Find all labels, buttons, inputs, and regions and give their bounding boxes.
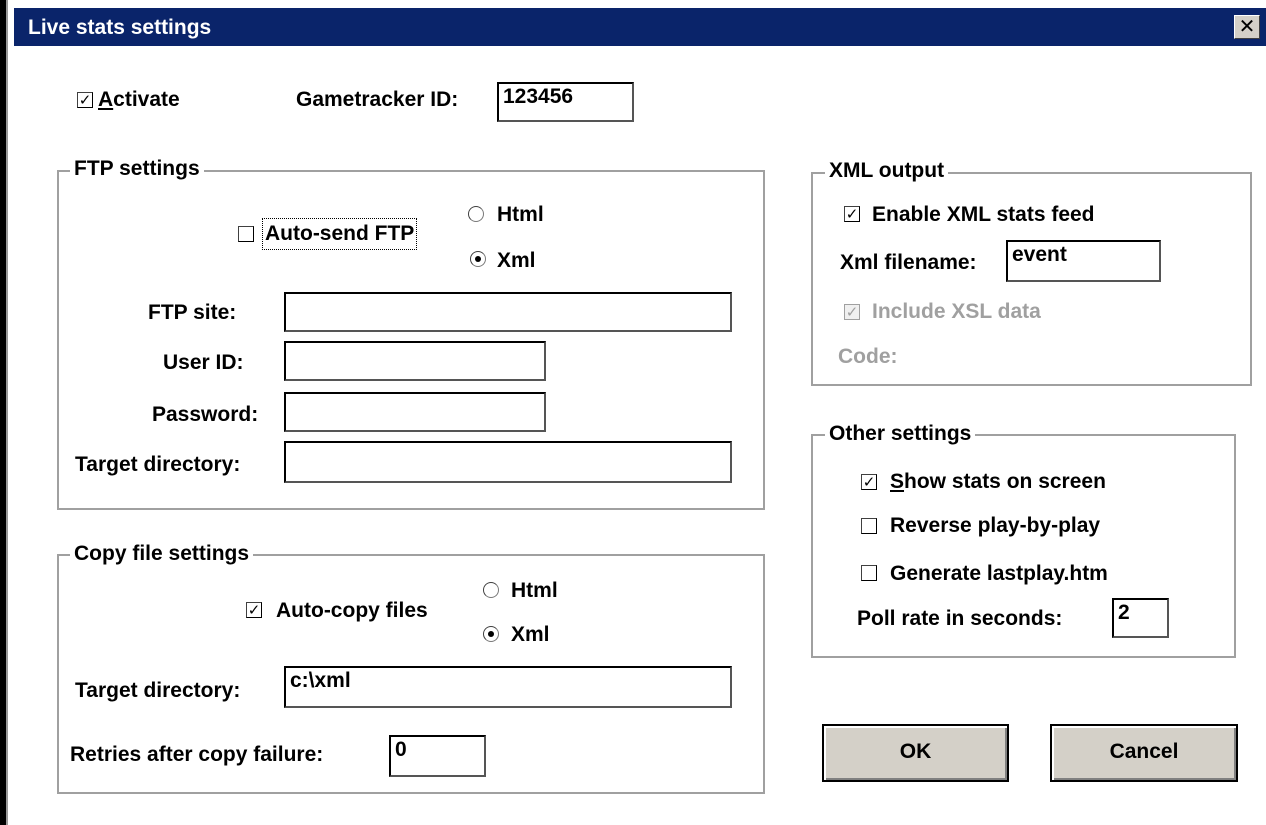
generate-lastplay-label[interactable]: Generate lastplay.htm (890, 561, 1108, 587)
retries-input[interactable]: 0 (389, 735, 486, 777)
ftp-format-xml-label[interactable]: Xml (497, 248, 536, 274)
xml-filename-label: Xml filename: (840, 251, 977, 274)
retries-label: Retries after copy failure: (70, 743, 324, 766)
checkmark-icon: ✓ (845, 303, 859, 321)
copy-format-xml-label[interactable]: Xml (511, 622, 550, 648)
user-id-input[interactable] (284, 341, 546, 381)
ftp-site-input[interactable] (284, 292, 732, 332)
ftp-target-directory-input[interactable] (284, 441, 732, 483)
generate-lastplay-checkbox[interactable] (861, 565, 877, 581)
xml-filename-input[interactable]: event (1006, 240, 1161, 282)
ok-button[interactable]: OK (822, 724, 1009, 782)
activate-label-text: ctivate (113, 88, 180, 111)
ftp-format-html-label[interactable]: Html (497, 202, 544, 228)
activate-label[interactable]: Activate (98, 87, 180, 113)
close-button[interactable]: ✕ (1234, 15, 1260, 39)
ftp-format-html-radio[interactable] (468, 206, 484, 222)
checkmark-icon: ✓ (845, 205, 859, 223)
enable-xml-feed-label[interactable]: Enable XML stats feed (872, 202, 1095, 228)
xml-output-legend: XML output (825, 159, 949, 183)
auto-copy-files-checkbox[interactable]: ✓ (246, 602, 262, 618)
ftp-settings-legend: FTP settings (70, 157, 204, 181)
poll-rate-label: Poll rate in seconds: (857, 607, 1063, 630)
include-xsl-label[interactable]: Include XSL data (872, 299, 1041, 325)
include-xsl-checkbox[interactable]: ✓ (844, 304, 860, 320)
show-stats-label[interactable]: Show stats on screen (890, 469, 1106, 495)
copy-format-xml-radio[interactable] (483, 626, 499, 642)
activate-accelerator: A (98, 88, 114, 111)
enable-xml-feed-checkbox[interactable]: ✓ (844, 206, 860, 222)
reverse-pbp-checkbox[interactable] (861, 518, 877, 534)
show-stats-checkbox[interactable]: ✓ (861, 474, 877, 490)
password-label: Password: (152, 403, 259, 426)
copy-format-html-label[interactable]: Html (511, 578, 558, 604)
copy-format-html-radio[interactable] (483, 582, 499, 598)
ftp-site-label: FTP site: (148, 301, 237, 324)
code-label: Code: (838, 345, 898, 368)
checkmark-icon: ✓ (78, 91, 92, 109)
copy-target-directory-label: Target directory: (75, 679, 241, 702)
show-stats-accelerator: S (890, 470, 905, 493)
window-left-edge (6, 0, 16, 825)
password-input[interactable] (284, 392, 546, 432)
ftp-format-xml-radio[interactable] (470, 251, 486, 267)
activate-checkbox[interactable]: ✓ (77, 92, 93, 108)
auto-copy-files-label[interactable]: Auto-copy files (276, 598, 428, 624)
gametracker-id-label: Gametracker ID: (296, 88, 459, 111)
reverse-pbp-label[interactable]: Reverse play-by-play (890, 513, 1100, 539)
checkmark-icon: ✓ (862, 473, 876, 491)
other-settings-legend: Other settings (825, 422, 976, 446)
window-title: Live stats settings (28, 16, 212, 39)
copy-target-directory-input[interactable]: c:\xml (284, 666, 732, 708)
poll-rate-input[interactable]: 2 (1112, 598, 1169, 638)
close-icon: ✕ (1238, 14, 1256, 38)
ftp-target-directory-label: Target directory: (75, 453, 241, 476)
auto-send-ftp-checkbox[interactable] (238, 226, 254, 242)
user-id-label: User ID: (163, 351, 244, 374)
checkmark-icon: ✓ (247, 601, 261, 619)
gametracker-id-input[interactable]: 123456 (497, 82, 634, 122)
auto-send-ftp-label[interactable]: Auto-send FTP (261, 218, 418, 250)
show-stats-label-text: how stats on screen (904, 470, 1106, 493)
cancel-button[interactable]: Cancel (1050, 724, 1238, 782)
copy-file-settings-legend: Copy file settings (70, 542, 254, 566)
